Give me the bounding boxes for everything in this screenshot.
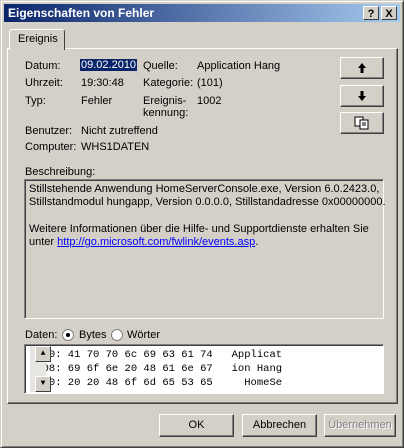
arrow-up-icon xyxy=(358,63,366,73)
description-line-3: Weitere Informationen über die Hilfe- un… xyxy=(29,223,369,235)
source-value: Application Hang xyxy=(197,60,281,72)
time-label: Uhrzeit: xyxy=(25,77,63,89)
title-bar[interactable]: Eigenschaften von Fehler ? X xyxy=(4,4,400,22)
apply-button[interactable]: Übernehmen xyxy=(324,414,396,437)
computer-label: Computer: xyxy=(25,141,77,153)
time-value: 19:30:48 xyxy=(81,77,124,89)
date-label: Datum: xyxy=(25,60,61,72)
cancel-button[interactable]: Abbrechen xyxy=(242,414,317,437)
help-button[interactable]: ? xyxy=(363,6,379,20)
event-id-label-2: kennung: xyxy=(143,107,189,119)
help-link[interactable]: http://go.microsoft.com/fwlink/events.as… xyxy=(57,236,255,248)
radio-words-label: Wörter xyxy=(127,329,160,341)
description-box[interactable]: Stillstehende Anwendung HomeServerConsol… xyxy=(24,179,386,319)
date-value[interactable]: 09.02.2010 xyxy=(80,59,138,71)
type-label: Typ: xyxy=(25,95,46,107)
close-button[interactable]: X xyxy=(381,6,397,20)
category-value: (101) xyxy=(197,77,223,89)
next-event-button[interactable] xyxy=(340,85,384,107)
user-value: Nicht zutreffend xyxy=(81,125,158,137)
type-value: Fehler xyxy=(81,95,113,107)
event-id-label-1: Ereignis- xyxy=(143,95,187,107)
radio-selected-dot xyxy=(66,333,70,337)
vertical-scrollbar[interactable]: ▲ ▼ xyxy=(30,346,51,392)
tab-label: Ereignis xyxy=(18,33,58,45)
radio-bytes[interactable] xyxy=(62,329,74,341)
computer-value: WHS1DATEN xyxy=(81,141,150,153)
description-line-2: Stillstandmodul hungapp, Version 0.0.0.0… xyxy=(29,196,386,208)
copy-button[interactable] xyxy=(340,112,384,134)
radio-bytes-label: Bytes xyxy=(79,329,107,341)
category-label: Kategorie: xyxy=(143,77,194,89)
arrow-down-icon xyxy=(358,91,366,101)
previous-event-button[interactable] xyxy=(340,57,384,79)
data-hex-view[interactable]: 0000: 41 70 70 6c 69 63 61 74 Applicat 0… xyxy=(24,344,384,394)
scroll-down-button[interactable]: ▼ xyxy=(35,376,51,392)
scroll-up-button[interactable]: ▲ xyxy=(35,346,51,362)
source-label: Quelle: xyxy=(143,60,178,72)
radio-words[interactable] xyxy=(111,329,123,341)
properties-dialog: Eigenschaften von Fehler ? X Ereignis Da… xyxy=(0,0,404,448)
copy-icon xyxy=(354,116,369,130)
window-title: Eigenschaften von Fehler xyxy=(8,6,155,20)
ok-button[interactable]: OK xyxy=(159,414,234,437)
data-label: Daten: xyxy=(25,329,58,341)
description-line-4: unter http://go.microsoft.com/fwlink/eve… xyxy=(29,236,259,248)
event-id-value: 1002 xyxy=(197,95,222,107)
user-label: Benutzer: xyxy=(25,125,73,137)
description-label: Beschreibung: xyxy=(25,166,96,178)
description-line-1: Stillstehende Anwendung HomeServerConsol… xyxy=(29,183,380,195)
tab-ereignis[interactable]: Ereignis xyxy=(9,29,65,50)
